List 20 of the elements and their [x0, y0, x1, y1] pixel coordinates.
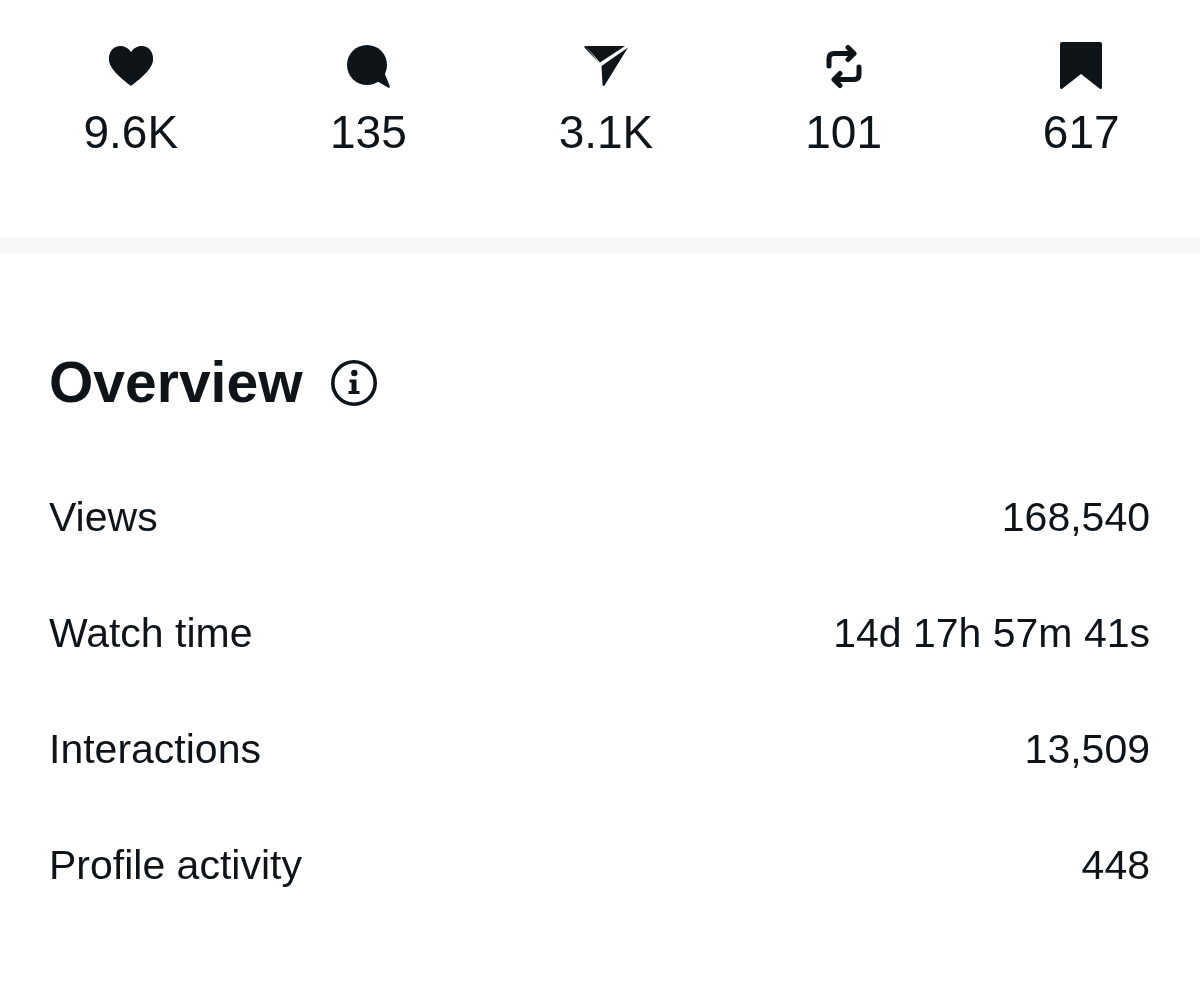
stat-count: 3.1K [558, 109, 654, 155]
metric-label: Profile activity [49, 841, 302, 890]
metric-value: 168,540 [1001, 493, 1150, 542]
stat-count: 135 [330, 109, 407, 155]
stat-count: 9.6K [83, 109, 179, 155]
heart-icon [107, 45, 154, 87]
metric-label: Views [49, 493, 158, 542]
info-icon[interactable] [330, 359, 377, 406]
section-title: Overview [49, 354, 303, 411]
metric-label: Watch time [49, 609, 253, 658]
metric-value: 14d 17h 57m 41s [833, 609, 1150, 658]
paper-plane-icon [584, 46, 628, 86]
bookmark-icon [1060, 42, 1103, 90]
repeat-arrows-icon [824, 43, 863, 89]
metric-label: Interactions [49, 725, 261, 774]
speech-bubble-icon [346, 44, 390, 88]
metric-value: 13,509 [1024, 725, 1150, 774]
stat-count: 617 [1042, 109, 1120, 155]
stat-count: 101 [805, 109, 882, 155]
metric-value: 448 [1081, 841, 1150, 890]
